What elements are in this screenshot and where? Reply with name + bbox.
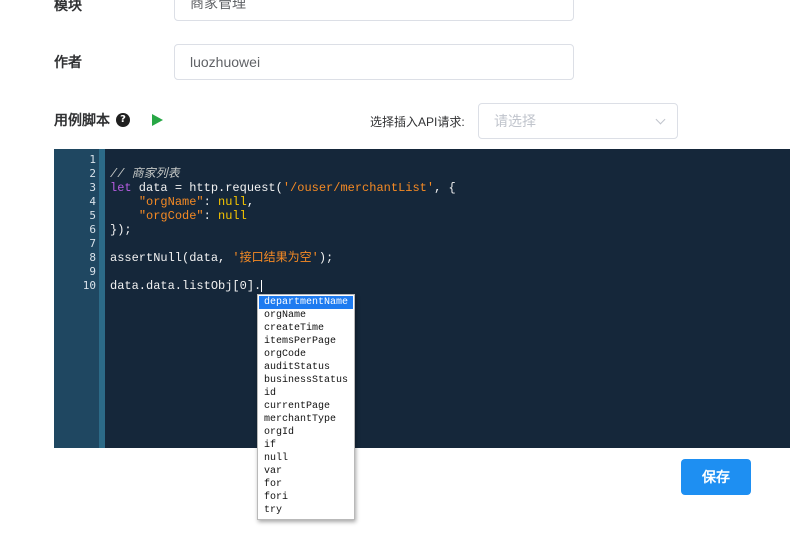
chevron-down-icon — [655, 114, 666, 125]
line-number: 2 — [89, 167, 96, 180]
code-text: data.data.listObj[0]. — [110, 279, 262, 293]
line-numbers: 1 2 3 4 5 6 7 8 9 10 — [54, 153, 96, 293]
line-number: 5 — [89, 209, 96, 222]
autocomplete-item[interactable]: var — [259, 465, 353, 478]
code-line: }); — [110, 223, 456, 237]
code-line: assertNull(data, '接口结果为空'); — [110, 251, 456, 265]
code-text: data = http.request( — [131, 181, 283, 195]
autocomplete-item[interactable]: fori — [259, 491, 353, 504]
autocomplete-item[interactable]: for — [259, 478, 353, 491]
author-label: 作者 — [54, 54, 82, 70]
play-icon[interactable] — [152, 114, 163, 126]
line-number: 8 — [89, 251, 96, 264]
code-string: "orgCode" — [138, 209, 204, 223]
line-number: 6 — [89, 223, 96, 236]
autocomplete-item[interactable]: null — [259, 452, 353, 465]
autocomplete-item[interactable]: if — [259, 439, 353, 452]
line-number: 10 — [82, 279, 96, 292]
code-null: null — [218, 209, 247, 223]
autocomplete-item[interactable]: businessStatus — [259, 374, 353, 387]
line-number: 1 — [89, 153, 96, 166]
autocomplete-item[interactable]: itemsPerPage — [259, 335, 353, 348]
code-line: // 商家列表 — [110, 167, 456, 181]
line-number: 9 — [89, 265, 96, 278]
autocomplete-item[interactable]: createTime — [259, 322, 353, 335]
code-text: , — [246, 195, 255, 209]
code-text: assertNull(data, — [110, 251, 233, 265]
code-line: data.data.listObj[0]. — [110, 279, 456, 293]
code-string: '接口结果为空' — [232, 251, 319, 265]
code-text: : — [203, 195, 219, 209]
code-line: "orgName": null, — [110, 195, 456, 209]
api-select-placeholder: 请选择 — [494, 113, 536, 129]
autocomplete-item[interactable]: currentPage — [259, 400, 353, 413]
line-number: 3 — [89, 181, 96, 194]
api-select-label: 选择插入API请求: — [370, 115, 465, 129]
code-null: null — [218, 195, 247, 209]
code-line: "orgCode": null — [110, 209, 456, 223]
api-select[interactable]: 请选择 — [478, 103, 678, 139]
autocomplete-item[interactable]: orgId — [259, 426, 353, 439]
script-label: 用例脚本 — [54, 112, 110, 128]
code-keyword: let — [110, 181, 132, 195]
autocomplete-item[interactable]: auditStatus — [259, 361, 353, 374]
module-input[interactable]: 商家管理 — [174, 0, 574, 21]
author-input[interactable]: luozhuowei — [174, 44, 574, 80]
autocomplete-item[interactable]: orgName — [259, 309, 353, 322]
autocomplete-item[interactable]: departmentName — [259, 296, 353, 309]
autocomplete-item[interactable]: id — [259, 387, 353, 400]
code-text: : — [203, 209, 219, 223]
gutter-divider — [99, 149, 105, 448]
code-text: }); — [110, 223, 132, 237]
autocomplete-item[interactable]: try — [259, 504, 353, 517]
code-comment: // 商家列表 — [110, 167, 180, 181]
module-label: 模块 — [54, 0, 82, 13]
code-string: "orgName" — [138, 195, 204, 209]
line-number: 7 — [89, 237, 96, 250]
code-string: '/ouser/merchantList' — [282, 181, 435, 195]
save-button[interactable]: 保存 — [681, 459, 751, 495]
autocomplete-list[interactable]: departmentName orgName createTime itemsP… — [257, 294, 355, 520]
question-circle-icon[interactable]: ? — [116, 113, 130, 127]
autocomplete-item[interactable]: orgCode — [259, 348, 353, 361]
code-content[interactable]: // 商家列表 let data = http.request('/ouser/… — [110, 153, 456, 293]
code-line: let data = http.request('/ouser/merchant… — [110, 181, 456, 195]
text-cursor — [261, 279, 263, 292]
code-editor[interactable]: 1 2 3 4 5 6 7 8 9 10 // 商家列表 let data = … — [54, 149, 790, 448]
autocomplete-item[interactable]: merchantType — [259, 413, 353, 426]
line-number: 4 — [89, 195, 96, 208]
code-text: , { — [434, 181, 456, 195]
code-text: ); — [318, 251, 334, 265]
